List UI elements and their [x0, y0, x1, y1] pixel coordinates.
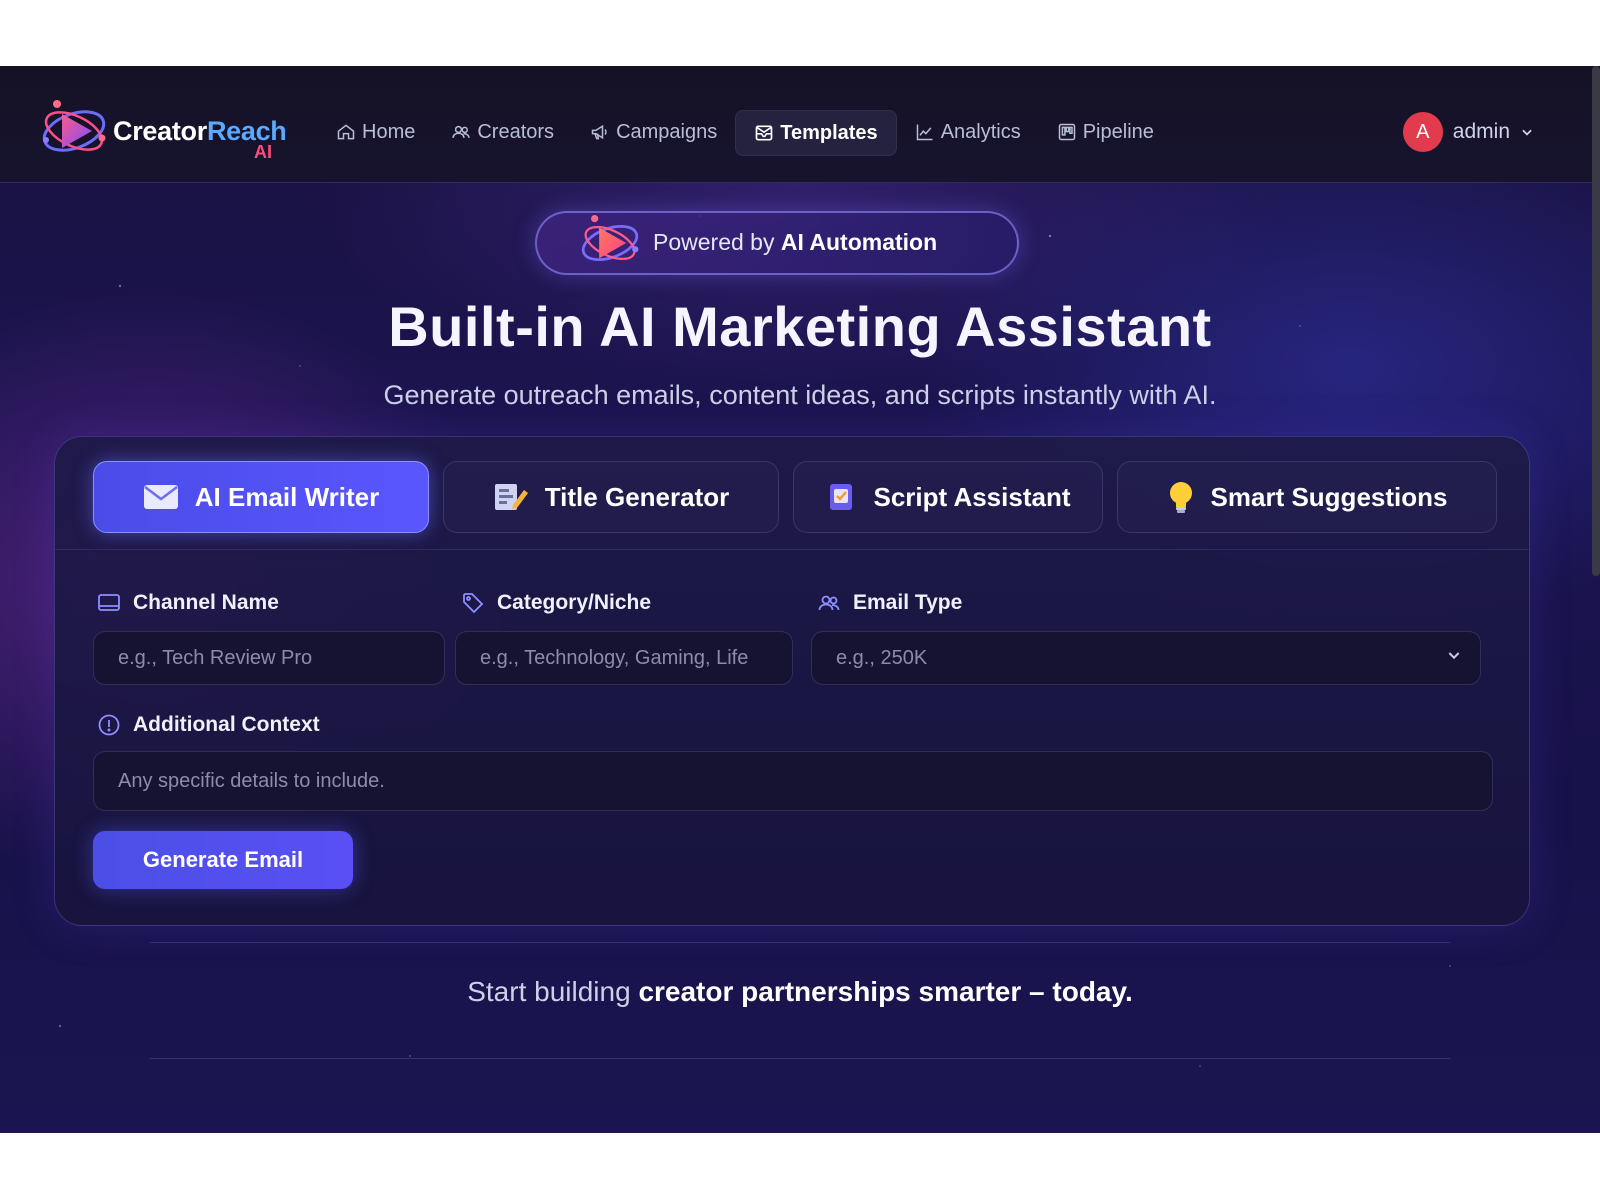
tab-label: Title Generator [544, 481, 730, 512]
notepad-pencil-icon [494, 484, 528, 510]
app-window: CreatorReach AI Home Creators Campaigns … [0, 66, 1600, 1133]
nav-item-label: Campaigns [616, 120, 718, 143]
pipeline-icon [1058, 123, 1075, 141]
nav-item-label: Creators [477, 120, 555, 143]
nav-item-label: Home [362, 120, 416, 143]
tab-smart-suggestions[interactable]: Smart Suggestions [1117, 461, 1497, 533]
page-title: Built-in AI Marketing Assistant [388, 295, 1212, 358]
tab-script-assistant[interactable]: Script Assistant [793, 461, 1103, 533]
tab-label: Script Assistant [873, 481, 1071, 512]
powered-by-badge: Powered by AI Automation [535, 211, 1019, 275]
generate-email-button[interactable]: Generate Email [93, 831, 353, 889]
monitor-icon [98, 594, 120, 611]
users-icon [452, 125, 471, 138]
divider [55, 549, 1529, 550]
brand-logo[interactable]: CreatorReach AI [40, 100, 287, 162]
email-type-label: Email Type [817, 591, 962, 615]
footer-tagline: Start building creator partnerships smar… [467, 976, 1133, 1007]
script-icon [829, 484, 852, 510]
tab-label: AI Email Writer [194, 481, 380, 512]
lightbulb-icon [1169, 482, 1192, 513]
avatar: A [1402, 112, 1443, 152]
home-icon [337, 124, 355, 140]
logo-ai-suffix: AI [254, 142, 272, 162]
placeholder-text: e.g., Tech Review Pro [118, 646, 313, 669]
template-icon [755, 125, 773, 141]
additional-context-input[interactable]: Any specific details to include. [93, 751, 1493, 811]
nav-item-label: Analytics [940, 120, 1021, 143]
divider [150, 1058, 1450, 1059]
category-label: Category/Niche [461, 591, 651, 615]
megaphone-icon [591, 124, 607, 140]
nav-item-templates[interactable]: Templates [735, 110, 897, 156]
assistant-tabs: AI Email Writer Title Generator Script A… [93, 461, 1497, 533]
chart-icon [916, 124, 933, 141]
nav-item-label: Templates [780, 121, 878, 144]
tab-title-generator[interactable]: Title Generator [443, 461, 779, 533]
main-nav: Home Creators Campaigns Templates Analyt… [318, 110, 1172, 156]
nav-item-home[interactable]: Home [318, 110, 433, 154]
tag-icon [463, 593, 484, 614]
tab-label: Smart Suggestions [1210, 481, 1448, 512]
logo-play-icon [581, 215, 639, 261]
chevron-down-icon [1522, 129, 1532, 136]
nav-item-campaigns[interactable]: Campaigns [572, 110, 735, 154]
user-name: admin [1452, 120, 1510, 143]
user-menu[interactable]: A admin [1402, 112, 1534, 152]
tab-ai-email-writer[interactable]: AI Email Writer [93, 461, 429, 533]
nav-item-pipeline[interactable]: Pipeline [1039, 110, 1172, 154]
users-icon [818, 595, 840, 611]
info-icon [98, 714, 120, 736]
additional-context-label: Additional Context [97, 713, 320, 737]
placeholder-text: Any specific details to include. [118, 769, 385, 792]
email-type-select[interactable]: e.g., 250K [811, 631, 1481, 685]
category-input[interactable]: e.g., Technology, Gaming, Life [455, 631, 793, 685]
nav-item-analytics[interactable]: Analytics [897, 110, 1039, 154]
assistant-card: AI Email Writer Title Generator Script A… [54, 436, 1530, 926]
nav-item-label: Pipeline [1082, 120, 1154, 143]
channel-name-input[interactable]: e.g., Tech Review Pro [93, 631, 445, 685]
logo-play-icon [42, 100, 106, 152]
badge-text: Powered by AI Automation [653, 229, 938, 255]
channel-name-label: Channel Name [97, 591, 279, 615]
placeholder-text: e.g., Technology, Gaming, Life [480, 646, 749, 669]
divider [150, 942, 1450, 943]
top-navigation: CreatorReach AI Home Creators Campaigns … [0, 66, 1600, 183]
envelope-icon [143, 485, 178, 509]
selected-value: e.g., 250K [836, 646, 928, 669]
page-subtitle: Generate outreach emails, content ideas,… [383, 380, 1217, 410]
nav-item-creators[interactable]: Creators [433, 110, 572, 154]
chevron-down-icon [1448, 652, 1460, 660]
